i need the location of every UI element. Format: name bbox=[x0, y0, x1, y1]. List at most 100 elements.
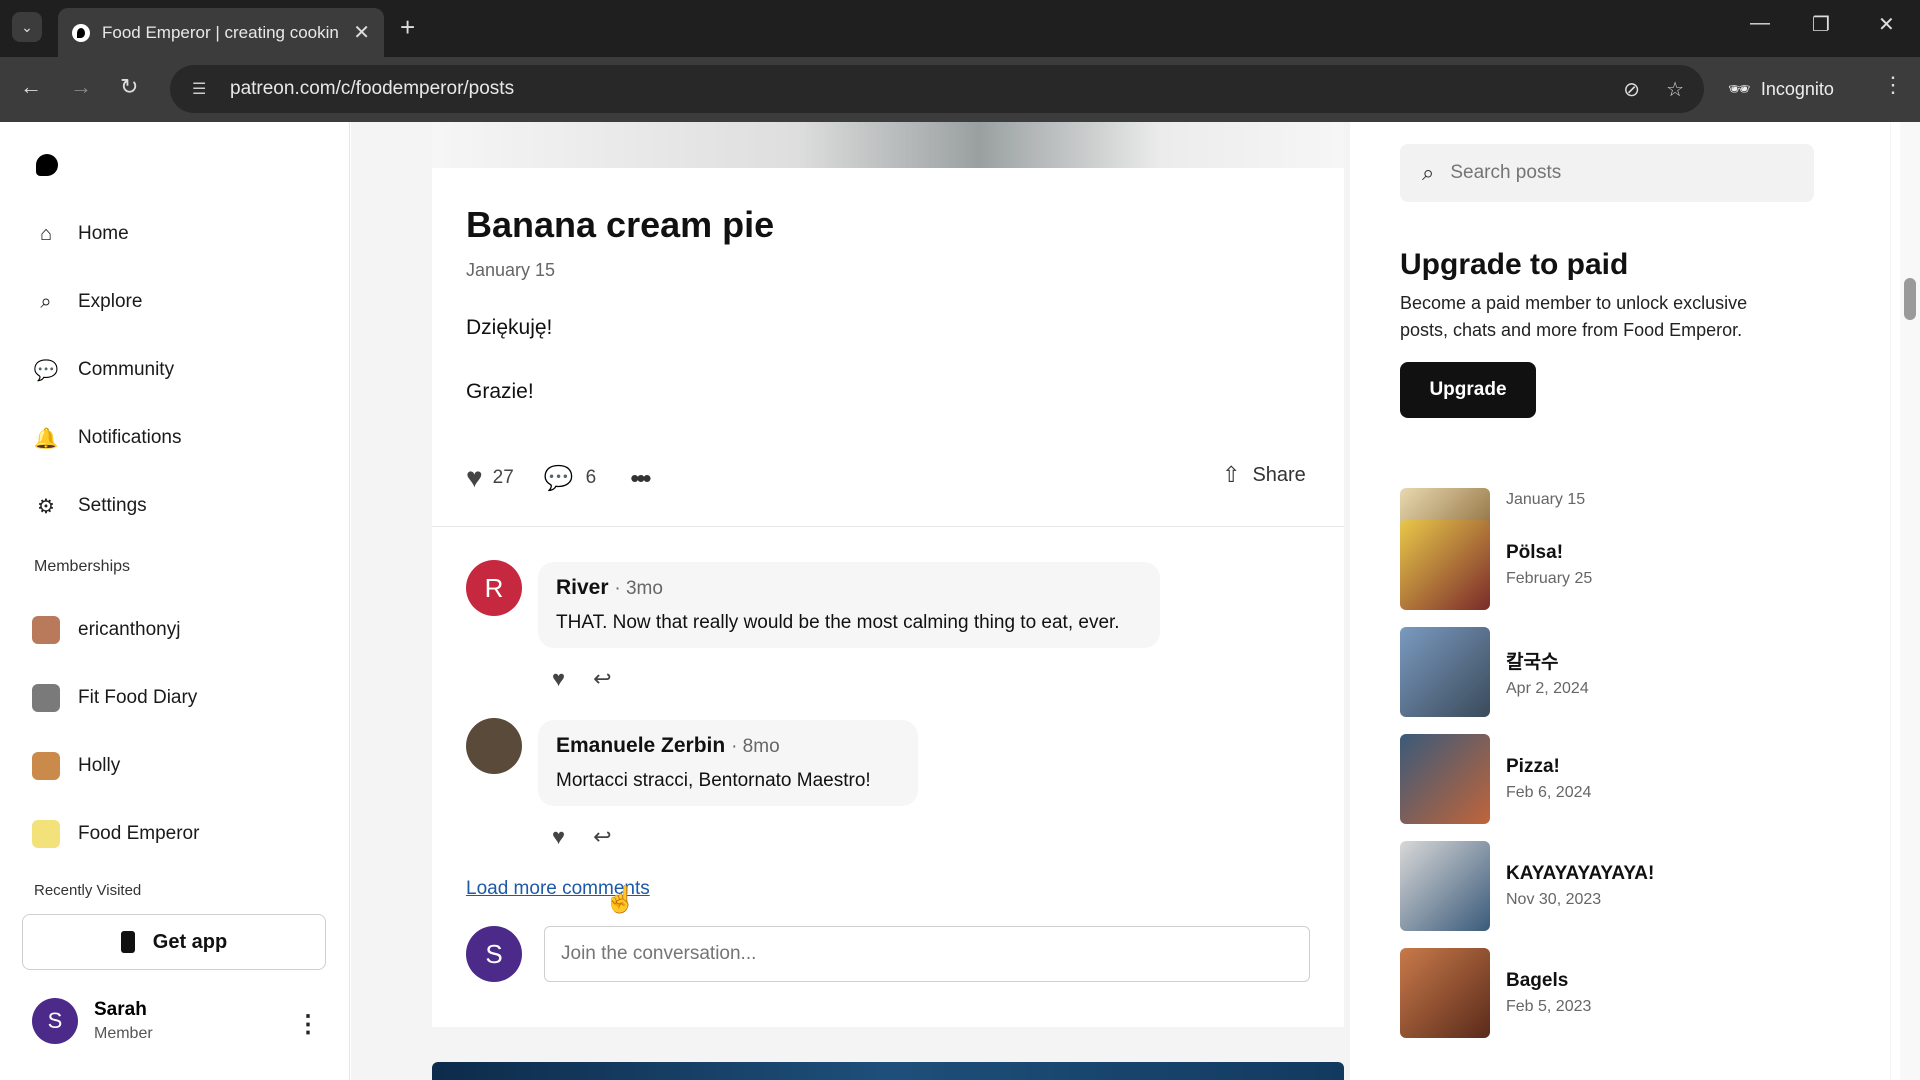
search-posts-field[interactable]: ⌕ bbox=[1400, 144, 1814, 202]
patreon-favicon-icon bbox=[72, 23, 90, 42]
gear-icon: ⚙ bbox=[37, 495, 55, 518]
memberships-heading: Memberships bbox=[34, 558, 131, 575]
user-name: Sarah bbox=[94, 999, 147, 1020]
like-count: 27 bbox=[492, 467, 514, 488]
post-thumbnail bbox=[1400, 520, 1490, 610]
search-icon: ⌕ bbox=[40, 290, 52, 313]
search-icon: ⌕ bbox=[1422, 160, 1435, 185]
divider bbox=[432, 526, 1344, 527]
reply-icon[interactable]: ↩ bbox=[593, 824, 611, 850]
browser-toolbar: ← → ↻ ☰ patreon.com/c/foodemperor/posts … bbox=[0, 57, 1920, 122]
reload-icon[interactable]: ↻ bbox=[120, 74, 138, 100]
scrollbar-thumb[interactable] bbox=[1904, 278, 1916, 320]
reply-icon[interactable]: ↩ bbox=[593, 666, 611, 692]
comment-text: THAT. Now that really would be the most … bbox=[556, 612, 1120, 633]
address-bar[interactable]: ☰ patreon.com/c/foodemperor/posts ⊘ ☆ bbox=[170, 65, 1704, 113]
browser-tab-active[interactable]: Food Emperor | creating cookin ✕ bbox=[58, 8, 384, 57]
restore-icon[interactable]: ❐ bbox=[1812, 12, 1830, 37]
minimize-icon[interactable]: — bbox=[1750, 12, 1770, 35]
recent-post-item[interactable]: Pölsa! February 25 bbox=[1400, 520, 1592, 610]
post-body-line: Grazie! bbox=[466, 380, 534, 403]
sidebar-item-label: Settings bbox=[78, 495, 147, 516]
commenter-avatar[interactable] bbox=[466, 718, 522, 774]
sidebar-item-community[interactable]: 💬 Community bbox=[33, 358, 175, 382]
commenter-name[interactable]: Emanuele Zerbin bbox=[556, 734, 725, 757]
membership-label: Fit Food Diary bbox=[78, 687, 198, 708]
sidebar-item-settings[interactable]: ⚙ Settings bbox=[34, 494, 147, 518]
user-menu-icon[interactable]: ⋮ bbox=[296, 1010, 320, 1039]
commenter-avatar[interactable]: R bbox=[466, 560, 522, 616]
tab-search-button[interactable]: ⌄ bbox=[12, 12, 42, 42]
membership-label: Holly bbox=[78, 755, 121, 776]
forward-icon[interactable]: → bbox=[70, 74, 92, 100]
sidebar-item-label: Explore bbox=[78, 291, 143, 312]
more-options-icon[interactable]: ••• bbox=[630, 463, 651, 494]
comment-text: Mortacci stracci, Bentornato Maestro! bbox=[556, 770, 871, 791]
recent-post-title: KAYAYAYAYAYA! bbox=[1506, 863, 1655, 884]
eye-off-icon[interactable]: ⊘ bbox=[1623, 77, 1640, 102]
sidebar-item-label: Notifications bbox=[78, 427, 182, 448]
new-tab-button[interactable]: + bbox=[400, 12, 415, 43]
recently-visited-heading: Recently Visited bbox=[34, 882, 142, 899]
recent-post-title: Pölsa! bbox=[1506, 542, 1564, 563]
membership-holly[interactable]: Holly bbox=[32, 752, 120, 780]
avatar: S bbox=[32, 998, 78, 1044]
post-actions: ♥ 27 💬 6 ••• bbox=[466, 462, 652, 494]
sidebar-item-home[interactable]: ⌂ Home bbox=[34, 222, 129, 246]
commenter-name[interactable]: River bbox=[556, 576, 609, 599]
comment-bubble-icon[interactable]: 💬 bbox=[544, 464, 574, 493]
user-profile[interactable]: S Sarah Member bbox=[32, 998, 153, 1044]
membership-ericanthonyj[interactable]: ericanthonyj bbox=[32, 616, 180, 644]
bookmark-star-icon[interactable]: ☆ bbox=[1666, 77, 1684, 102]
avatar bbox=[32, 616, 60, 644]
recent-post-date: January 15 bbox=[1506, 491, 1586, 508]
avatar bbox=[32, 820, 60, 848]
next-post-image[interactable] bbox=[432, 1062, 1344, 1080]
post-title[interactable]: Banana cream pie bbox=[466, 204, 774, 246]
comment-bubble: Emanuele Zerbin · 8mo Mortacci stracci, … bbox=[538, 720, 918, 806]
browser-tab-bar: ⌄ Food Emperor | creating cookin ✕ + — ❐… bbox=[0, 0, 1920, 57]
upgrade-button[interactable]: Upgrade bbox=[1400, 362, 1536, 418]
incognito-indicator[interactable]: 🕶 Incognito bbox=[1728, 65, 1834, 113]
patreon-logo[interactable] bbox=[36, 154, 58, 176]
sidebar-item-label: Community bbox=[78, 359, 175, 380]
browser-menu-icon[interactable]: ⋮ bbox=[1882, 72, 1904, 98]
post-image[interactable] bbox=[432, 122, 1344, 168]
recent-post-item[interactable]: Pizza! Feb 6, 2024 bbox=[1400, 734, 1591, 824]
share-label: Share bbox=[1252, 463, 1306, 486]
back-icon[interactable]: ← bbox=[20, 74, 42, 100]
comment-input[interactable] bbox=[544, 926, 1310, 982]
post-date: January 15 bbox=[466, 260, 556, 280]
sidebar-item-notifications[interactable]: 🔔 Notifications bbox=[34, 426, 182, 450]
share-button[interactable]: ⇧ Share bbox=[1222, 462, 1306, 488]
sidebar-item-explore[interactable]: ⌕ Explore bbox=[34, 290, 142, 314]
recent-post-item[interactable]: KAYAYAYAYAYA! Nov 30, 2023 bbox=[1400, 841, 1654, 931]
like-heart-icon[interactable]: ♥ bbox=[466, 462, 483, 494]
membership-food-emperor[interactable]: Food Emperor bbox=[32, 820, 199, 848]
close-tab-icon[interactable]: ✕ bbox=[353, 20, 370, 45]
site-info-icon[interactable]: ☰ bbox=[192, 79, 212, 99]
recent-post-title: 칼국수 bbox=[1506, 651, 1559, 673]
get-app-button[interactable]: Get app bbox=[22, 914, 326, 970]
recent-post-title: Pizza! bbox=[1506, 756, 1560, 777]
chat-icon: 💬 bbox=[33, 359, 59, 382]
post-body-line: Dziękuję! bbox=[466, 316, 553, 339]
upgrade-description: Become a paid member to unlock exclusive… bbox=[1400, 293, 1748, 340]
comment-like-icon[interactable]: ♥ bbox=[552, 824, 565, 850]
avatar: S bbox=[466, 926, 522, 982]
close-window-icon[interactable]: ✕ bbox=[1878, 12, 1895, 37]
recent-post-title: Bagels bbox=[1506, 970, 1569, 991]
comment-actions: ♥ ↩ bbox=[552, 824, 612, 850]
post-thumbnail bbox=[1400, 948, 1490, 1038]
comment-like-icon[interactable]: ♥ bbox=[552, 666, 565, 692]
comment-time: 3mo bbox=[625, 578, 663, 599]
recent-post-date: Feb 5, 2023 bbox=[1506, 998, 1592, 1015]
avatar bbox=[32, 752, 60, 780]
recent-post-date: February 25 bbox=[1506, 570, 1593, 587]
recent-post-item[interactable]: Bagels Feb 5, 2023 bbox=[1400, 948, 1591, 1038]
phone-icon bbox=[120, 931, 135, 953]
membership-fit-food-diary[interactable]: Fit Food Diary bbox=[32, 684, 197, 712]
search-input[interactable] bbox=[1450, 162, 1751, 184]
recent-post-item[interactable]: 칼국수 Apr 2, 2024 bbox=[1400, 627, 1589, 717]
scrollbar-track[interactable] bbox=[1900, 122, 1920, 1080]
